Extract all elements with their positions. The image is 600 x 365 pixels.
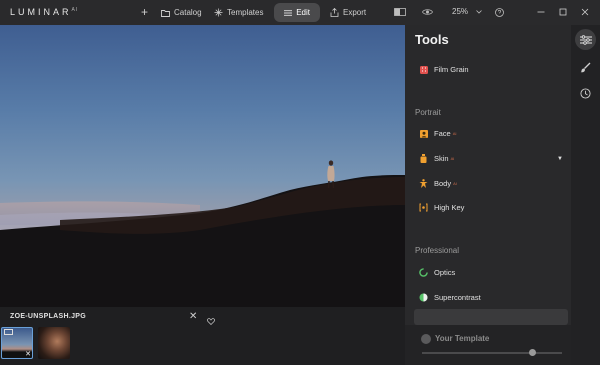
templates-label: Templates: [227, 8, 264, 17]
tool-label: Body: [434, 179, 452, 188]
share-icon: [330, 8, 339, 17]
template-slider-knob[interactable]: [529, 349, 536, 356]
app-logo: LUMINARAI: [10, 7, 79, 17]
favorite-button[interactable]: [207, 312, 215, 330]
rail-history-button[interactable]: [575, 83, 596, 104]
tool-label: Supercontrast: [434, 293, 481, 302]
rail-brush-button[interactable]: [575, 57, 596, 78]
chevron-down-icon: [476, 10, 483, 14]
supercontrast-icon: [419, 293, 428, 302]
folder-icon: [161, 9, 170, 17]
export-button[interactable]: Export: [330, 3, 366, 22]
section-portrait: Portrait: [415, 108, 441, 117]
tool-optics[interactable]: Optics: [419, 268, 455, 277]
ai-badge: AI: [450, 156, 455, 161]
templates-button[interactable]: Templates: [214, 3, 263, 22]
compare-icon: [394, 8, 406, 16]
tool-label: Face: [434, 129, 451, 138]
close-window-button[interactable]: [578, 5, 592, 19]
sliders-icon: [579, 34, 592, 45]
close-icon[interactable]: ✕: [25, 350, 31, 358]
filmstrip: ZOE-UNSPLASH.JPG ✕ ✕: [0, 307, 405, 365]
template-label: Your Template: [435, 334, 490, 343]
tool-film-grain[interactable]: Film Grain: [419, 65, 469, 74]
tool-next-partial[interactable]: [414, 309, 568, 325]
minimize-button[interactable]: [534, 5, 548, 19]
preview-button[interactable]: [420, 5, 434, 19]
export-label: Export: [343, 8, 367, 17]
film-grain-icon: [419, 65, 428, 74]
close-icon: [581, 8, 589, 16]
close-icon[interactable]: ✕: [189, 311, 197, 322]
plus-icon: +: [141, 4, 149, 19]
tool-label: Skin: [434, 154, 449, 163]
right-rail: [571, 25, 600, 365]
minimize-icon: [537, 11, 545, 13]
filename-label: ZOE-UNSPLASH.JPG: [10, 313, 86, 320]
photo-canvas[interactable]: [0, 25, 405, 307]
template-slider-track[interactable]: [422, 352, 562, 354]
heart-icon: [207, 318, 215, 325]
sparkle-icon: [214, 8, 223, 17]
flag-icon: [4, 329, 13, 335]
compare-button[interactable]: [393, 5, 407, 19]
high-key-icon: [419, 203, 428, 212]
ai-badge: AI: [452, 131, 457, 136]
help-button[interactable]: [492, 5, 506, 19]
sliders-icon: [284, 9, 293, 16]
thumbnail-portrait[interactable]: [38, 327, 70, 359]
thumbnail-landscape[interactable]: ✕: [1, 327, 33, 359]
tool-high-key[interactable]: High Key: [419, 203, 464, 212]
chevron-down-icon[interactable]: ▼: [557, 156, 563, 162]
face-icon: [419, 129, 428, 138]
tool-label: Optics: [434, 268, 456, 277]
maximize-button[interactable]: [556, 5, 570, 19]
help-icon: [494, 7, 504, 17]
landscape-photo: [0, 160, 405, 307]
add-button[interactable]: +: [141, 2, 148, 21]
edit-label: Edit: [296, 8, 310, 17]
tool-body[interactable]: Body AI: [419, 179, 457, 188]
top-toolbar: LUMINARAI + Catalog Templates Edit Expor…: [0, 0, 600, 25]
tool-label: High Key: [434, 203, 465, 212]
rail-tools-button[interactable]: [575, 29, 596, 50]
template-dot: [421, 334, 431, 344]
zoom-dropdown[interactable]: 25%: [452, 7, 483, 16]
eye-icon: [421, 9, 433, 15]
tools-panel: Tools Film Grain Portrait Face AI Skin AI …: [405, 25, 575, 365]
tool-label: Film Grain: [434, 65, 469, 74]
section-professional: Professional: [415, 246, 460, 255]
tool-supercontrast[interactable]: Supercontrast: [419, 293, 481, 302]
edit-tab[interactable]: Edit: [274, 3, 320, 22]
maximize-icon: [559, 8, 567, 16]
catalog-button[interactable]: Catalog: [161, 3, 202, 22]
catalog-label: Catalog: [174, 8, 202, 17]
your-template-bar: Your Template: [405, 325, 571, 365]
tool-skin[interactable]: Skin AI: [419, 154, 454, 163]
optics-icon: [419, 268, 428, 277]
clock-icon: [580, 88, 591, 99]
ai-badge: AI: [453, 181, 457, 186]
panel-title: Tools: [415, 32, 449, 47]
brush-icon: [580, 62, 591, 73]
body-icon: [419, 179, 428, 188]
skin-icon: [419, 154, 428, 163]
zoom-value: 25%: [452, 7, 469, 16]
tool-face[interactable]: Face AI: [419, 129, 456, 138]
